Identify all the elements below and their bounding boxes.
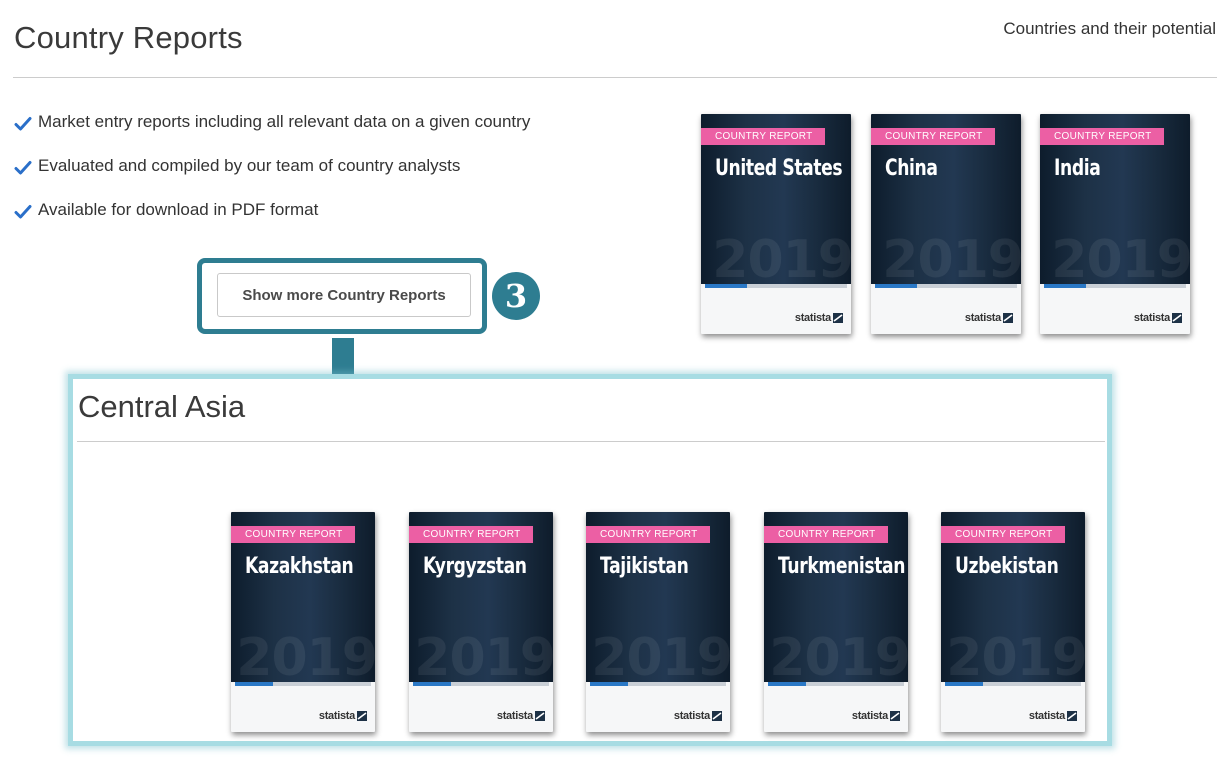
report-progress-bar [413,682,549,686]
report-type-label: COUNTRY REPORT [871,128,995,145]
statista-logo-icon [833,313,843,323]
statista-logo-icon [712,711,722,721]
region-divider [77,441,1105,442]
region-title: Central Asia [78,389,246,424]
statista-logo: statista [852,710,900,722]
report-cover-art: COUNTRY REPORT United States 2019 [701,114,851,290]
statista-logo-icon [535,711,545,721]
checkmark-icon [14,205,32,219]
statista-logo: statista [1029,710,1077,722]
report-year: 2019 [712,230,851,290]
report-cover-india[interactable]: COUNTRY REPORT India 2019 statista [1040,114,1190,334]
statista-logo-icon [1172,313,1182,323]
report-cover-art: COUNTRY REPORT Kazakhstan 2019 [231,512,375,688]
report-year: 2019 [1051,230,1190,290]
feature-item: Evaluated and compiled by our team of co… [14,156,530,200]
statista-logo: statista [319,710,367,722]
report-type-label: COUNTRY REPORT [231,526,355,543]
report-country-name: China [885,156,938,181]
report-cover-kazakhstan[interactable]: COUNTRY REPORT Kazakhstan 2019 statista [231,512,375,732]
feature-text: Available for download in PDF format [38,200,319,219]
report-country-name: Kazakhstan [245,554,354,579]
show-more-country-reports-button[interactable]: Show more Country Reports [217,273,471,317]
statista-logo-icon [1003,313,1013,323]
report-cover-art: COUNTRY REPORT Tajikistan 2019 [586,512,730,688]
report-cover-china[interactable]: COUNTRY REPORT China 2019 statista [871,114,1021,334]
statista-logo-icon [1067,711,1077,721]
report-progress-bar [945,682,1081,686]
report-country-name: Turkmenistan [778,554,906,579]
feature-item: Available for download in PDF format [14,200,530,244]
statista-logo-icon [357,711,367,721]
report-country-name: India [1054,156,1101,181]
report-type-label: COUNTRY REPORT [1040,128,1164,145]
step-number-badge: 3 [492,272,540,320]
report-progress-bar [590,682,726,686]
feature-item: Market entry reports including all relev… [14,112,530,156]
statista-logo-icon [890,711,900,721]
report-cover-united-states[interactable]: COUNTRY REPORT United States 2019 statis… [701,114,851,334]
report-type-label: COUNTRY REPORT [941,526,1065,543]
report-year: 2019 [591,628,730,688]
statista-logo: statista [795,312,843,324]
report-country-name: Tajikistan [600,554,689,579]
feature-text: Market entry reports including all relev… [38,112,531,131]
report-cover-art: COUNTRY REPORT India 2019 [1040,114,1190,290]
report-year: 2019 [946,628,1085,688]
feature-list: Market entry reports including all relev… [14,112,530,244]
report-cover-turkmenistan[interactable]: COUNTRY REPORT Turkmenistan 2019 statist… [764,512,908,732]
checkmark-icon [14,161,32,175]
header-divider [13,77,1217,78]
statista-logo: statista [497,710,545,722]
region-panel-central-asia: Central Asia COUNTRY REPORT Kazakhstan 2… [68,374,1112,746]
report-year: 2019 [882,230,1021,290]
report-year: 2019 [414,628,553,688]
report-progress-bar [875,284,1017,288]
statista-logo: statista [965,312,1013,324]
report-country-name: Kyrgyzstan [423,554,527,579]
report-progress-bar [705,284,847,288]
checkmark-icon [14,117,32,131]
page-subtitle: Countries and their potential [1003,19,1216,38]
report-type-label: COUNTRY REPORT [701,128,825,145]
report-year: 2019 [236,628,375,688]
report-cover-kyrgyzstan[interactable]: COUNTRY REPORT Kyrgyzstan 2019 statista [409,512,553,732]
statista-logo: statista [1134,312,1182,324]
report-type-label: COUNTRY REPORT [764,526,888,543]
report-cover-tajikistan[interactable]: COUNTRY REPORT Tajikistan 2019 statista [586,512,730,732]
report-country-name: United States [715,156,843,181]
report-type-label: COUNTRY REPORT [409,526,533,543]
report-type-label: COUNTRY REPORT [586,526,710,543]
feature-text: Evaluated and compiled by our team of co… [38,156,461,175]
report-cover-art: COUNTRY REPORT Turkmenistan 2019 [764,512,908,688]
report-year: 2019 [769,628,908,688]
report-cover-art: COUNTRY REPORT Uzbekistan 2019 [941,512,1085,688]
statista-logo: statista [674,710,722,722]
page-title: Country Reports [14,20,243,55]
report-progress-bar [768,682,904,686]
report-progress-bar [235,682,371,686]
report-country-name: Uzbekistan [955,554,1059,579]
report-cover-art: COUNTRY REPORT Kyrgyzstan 2019 [409,512,553,688]
report-progress-bar [1044,284,1186,288]
report-cover-uzbekistan[interactable]: COUNTRY REPORT Uzbekistan 2019 statista [941,512,1085,732]
report-cover-art: COUNTRY REPORT China 2019 [871,114,1021,290]
